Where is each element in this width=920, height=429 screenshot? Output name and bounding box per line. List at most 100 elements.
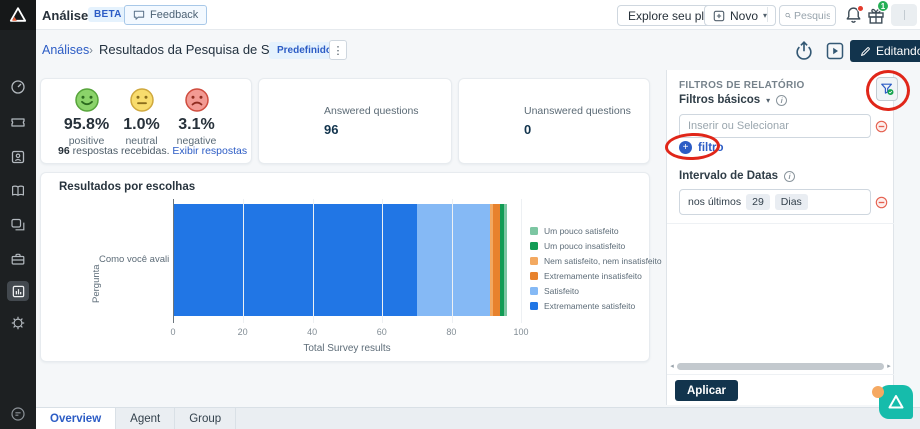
legend-item[interactable]: Nem satisfeito, nem insatisfeito — [530, 256, 662, 266]
header-divider — [767, 7, 768, 22]
positive-value: 95.8% — [64, 116, 109, 134]
results-by-choice-chart-card: Resultados por escolhas Pergunta Como vo… — [40, 172, 650, 362]
scrollbar-thumb[interactable] — [677, 363, 884, 370]
legend-item[interactable]: Um pouco insatisfeito — [530, 241, 662, 251]
answered-questions-card: Answered questions 96 — [258, 78, 452, 164]
legend-swatch — [530, 302, 538, 310]
notification-dot — [857, 5, 864, 12]
legend-item[interactable]: Satisfeito — [530, 286, 662, 296]
basic-filters-label[interactable]: Filtros básicos — [679, 94, 760, 106]
chart-bar-segment-extremamente-insatisfeito[interactable] — [493, 204, 500, 316]
export-button[interactable] — [793, 40, 815, 62]
positive-face-icon — [74, 87, 100, 113]
search-icon — [785, 10, 791, 21]
tab-group[interactable]: Group — [175, 408, 236, 429]
legend-item[interactable]: Um pouco satisfeito — [530, 226, 662, 236]
apply-button[interactable]: Aplicar — [675, 380, 738, 401]
unanswered-questions-card: Unanswered questions 0 — [458, 78, 650, 164]
info-icon[interactable]: i — [776, 95, 787, 106]
sidebar-item-analytics-active[interactable] — [7, 281, 29, 301]
bottom-tab-bar: Overview Agent Group — [36, 407, 920, 429]
breadcrumb-bar: Análises › Resultados da Pesquisa de Sat… — [36, 30, 920, 70]
sentiment-neutral: 1.0% neutral — [114, 87, 169, 147]
chart-bar — [174, 204, 521, 316]
sidebar-item-tickets[interactable] — [10, 114, 26, 130]
chart-xtick-label: 40 — [307, 327, 317, 337]
date-range-label: Intervalo de Datas — [679, 170, 778, 182]
responses-text: respostas recebidas. — [73, 145, 170, 157]
chart-gridline — [243, 199, 244, 323]
chart-gridline — [382, 199, 383, 323]
sidebar-item-solutions[interactable] — [10, 183, 26, 199]
freshworks-logo-icon — [8, 5, 28, 25]
sidebar-item-settings[interactable] — [10, 315, 26, 331]
date-unit-chip[interactable]: Dias — [775, 194, 808, 210]
legend-label: Nem satisfeito, nem insatisfeito — [544, 256, 662, 266]
date-prefix: nos últimos — [688, 196, 741, 208]
analytics-icon — [11, 284, 26, 299]
tab-agent[interactable]: Agent — [116, 408, 175, 429]
unanswered-questions-value: 0 — [524, 122, 631, 137]
new-icon — [713, 10, 725, 22]
legend-label: Um pouco insatisfeito — [544, 241, 625, 251]
search-input[interactable] — [794, 10, 830, 22]
remove-filter-icon[interactable] — [875, 120, 888, 133]
info-icon[interactable]: i — [784, 171, 795, 182]
date-range-input[interactable]: nos últimos 29 Dias — [679, 189, 871, 215]
view-responses-link[interactable]: Exibir respostas — [172, 145, 247, 157]
sidebar-item-contacts[interactable] — [10, 149, 26, 165]
top-header: Análises BETA Feedback Explore seu plano… — [0, 0, 920, 30]
chart-xtick-label: 80 — [446, 327, 456, 337]
filter-panel-toggle-button[interactable] — [876, 77, 898, 101]
breadcrumb-parent-link[interactable]: Análises — [42, 43, 89, 57]
new-button[interactable]: Novo ▾ — [704, 5, 776, 26]
date-range-section: Intervalo de Datas i — [679, 170, 795, 182]
chart-x-axis-label: Total Survey results — [173, 343, 521, 354]
present-button[interactable] — [825, 41, 845, 61]
date-value-chip[interactable]: 29 — [746, 194, 770, 210]
chart-plot — [173, 199, 521, 323]
sidebar-item-forums[interactable] — [10, 217, 26, 233]
legend-swatch — [530, 272, 538, 280]
remove-date-filter-icon[interactable] — [875, 196, 888, 209]
scroll-left-arrow[interactable]: ◂ — [667, 362, 677, 370]
chart-bar-segment-um-pouco-satisfeito[interactable] — [504, 204, 507, 316]
user-menu-button[interactable] — [891, 4, 917, 26]
gift-count-badge: 1 — [877, 0, 889, 12]
chevron-down-icon[interactable]: ▾ — [766, 96, 770, 105]
kebab-menu-button[interactable]: ⋮ — [329, 40, 347, 60]
freshworks-logo[interactable] — [0, 0, 36, 30]
chat-widget-button[interactable] — [879, 385, 913, 419]
apply-label: Aplicar — [687, 385, 726, 397]
add-filter-button[interactable]: + filtro — [679, 141, 724, 154]
sentiment-positive: 95.8% positive — [59, 87, 114, 147]
add-filter-icon: + — [679, 141, 692, 154]
legend-label: Extremamente satisfeito — [544, 301, 635, 311]
analytics-app-window: Análises BETA Feedback Explore seu plano… — [0, 0, 920, 429]
chart-bar-segment-extremamente-satisfeito[interactable] — [174, 204, 417, 316]
sidebar-item-dashboard[interactable] — [10, 79, 26, 95]
responses-summary: 96 respostas recebidas. Exibir respostas — [58, 145, 247, 157]
sidebar-item-admin-tools[interactable] — [10, 251, 26, 267]
chart-xtick-label: 20 — [238, 327, 248, 337]
tab-overview[interactable]: Overview — [36, 408, 116, 429]
search-box[interactable] — [779, 5, 836, 26]
editing-button[interactable]: Editando — [850, 40, 920, 62]
panel-collapse-strip — [893, 70, 920, 405]
scroll-right-arrow[interactable]: ▸ — [884, 362, 894, 370]
chart-xticks: 020406080100 — [173, 327, 521, 339]
panel-divider — [667, 223, 894, 224]
help-widget-icon[interactable] — [10, 406, 26, 422]
feedback-button[interactable]: Feedback — [124, 5, 207, 25]
neutral-value: 1.0% — [123, 116, 159, 134]
legend-item[interactable]: Extremamente satisfeito — [530, 301, 662, 311]
basic-filter-input[interactable] — [679, 114, 871, 138]
neutral-face-icon — [129, 87, 155, 113]
chart-bar-segment-satisfeito[interactable] — [417, 204, 490, 316]
chart-xtick-label: 0 — [170, 327, 175, 337]
kebab-menu-icon: ⋮ — [333, 44, 344, 57]
chart-legend: Um pouco satisfeito Um pouco insatisfeito… — [530, 226, 662, 311]
answered-questions-label: Answered questions — [324, 105, 419, 117]
filters-panel-title: FILTROS DE RELATÓRIO — [679, 80, 805, 91]
legend-item[interactable]: Extremamente insatisfeito — [530, 271, 662, 281]
